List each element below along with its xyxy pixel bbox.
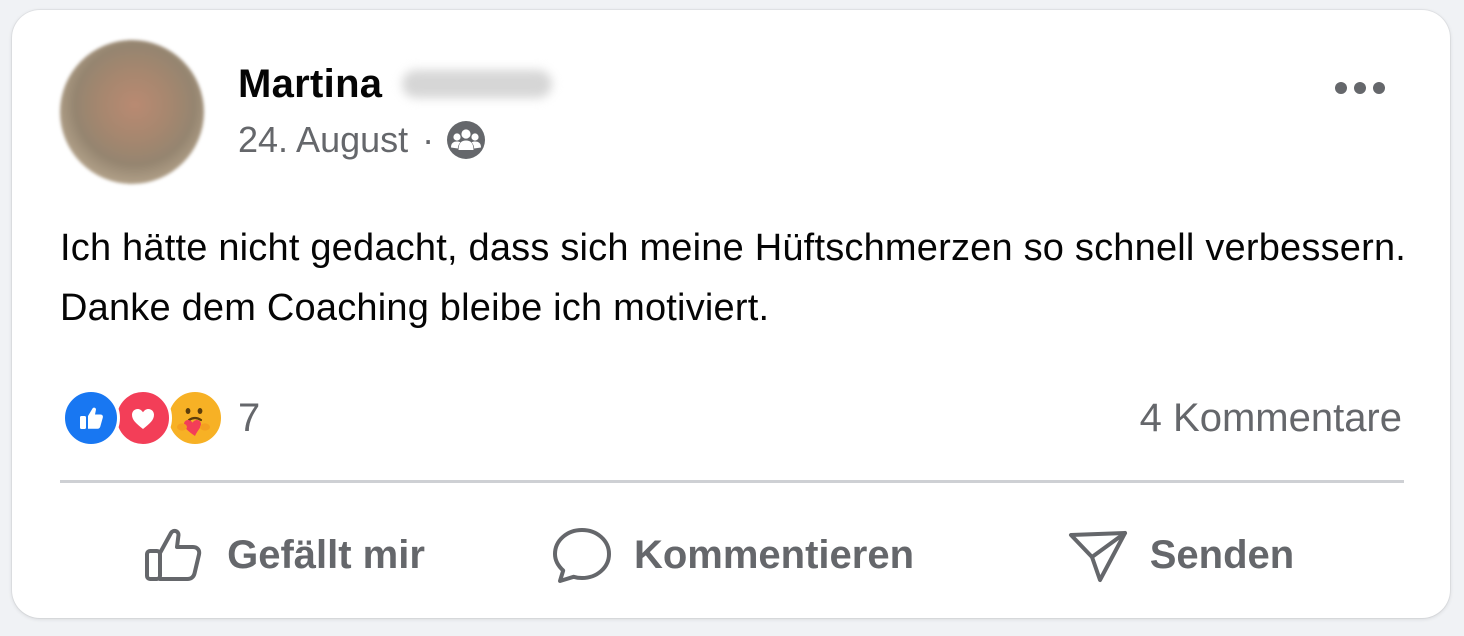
thumbs-up-icon — [145, 528, 202, 581]
post-card: Martina 24. August · Ich hätte nicht ged… — [12, 10, 1450, 618]
more-dots-icon — [1335, 82, 1385, 94]
love-reaction-icon — [114, 389, 172, 447]
reaction-count: 7 — [238, 395, 261, 440]
care-reaction-icon — [166, 389, 224, 447]
comment-button-label: Kommentieren — [633, 532, 915, 577]
divider — [60, 480, 1404, 483]
reactions-summary[interactable]: 7 — [62, 388, 260, 448]
post-meta: 24. August · — [238, 118, 486, 162]
like-button-label: Gefällt mir — [227, 532, 425, 577]
author-name[interactable]: Martina — [238, 62, 382, 107]
send-icon — [1068, 531, 1127, 582]
avatar[interactable] — [60, 40, 204, 184]
friends-group-icon[interactable] — [446, 120, 486, 160]
more-options-button[interactable] — [1330, 66, 1390, 110]
blurred-surname — [402, 70, 553, 98]
comments-count-link[interactable]: 4 Kommentare — [1140, 390, 1402, 446]
action-bar: Gefällt mir Kommentieren Senden — [60, 518, 1404, 592]
send-button[interactable]: Senden — [956, 518, 1404, 592]
post-text: Ich hätte nicht gedacht, dass sich meine… — [60, 227, 1407, 329]
like-reaction-icon — [62, 389, 120, 447]
author-row: Martina — [238, 60, 553, 108]
like-button[interactable]: Gefällt mir — [60, 518, 508, 592]
comment-button[interactable]: Kommentieren — [508, 518, 956, 592]
meta-separator: · — [422, 119, 435, 160]
post-date[interactable]: 24. August — [238, 119, 408, 161]
comment-bubble-icon — [552, 528, 611, 583]
send-button-label: Senden — [1149, 532, 1295, 577]
